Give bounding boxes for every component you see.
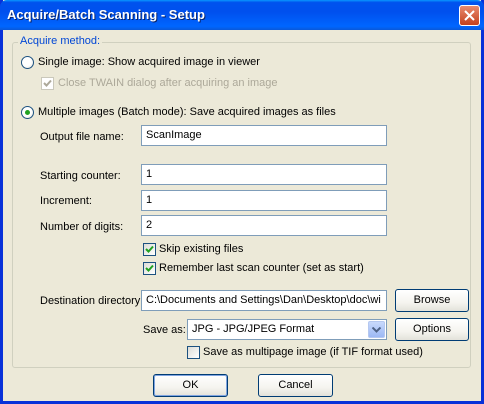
destination-directory-label: Destination directory: (40, 295, 144, 307)
destination-directory-input[interactable]: C:\Documents and Settings\Dan\Desktop\do… (141, 290, 387, 311)
save-as-select[interactable]: JPG - JPG/JPEG Format (187, 319, 387, 340)
browse-button[interactable]: Browse (395, 289, 469, 312)
output-file-name-input[interactable]: ScanImage (141, 125, 387, 146)
checkmark-icon (43, 79, 52, 87)
skip-existing-checkbox[interactable] (143, 243, 156, 256)
output-file-name-label: Output file name: (40, 131, 124, 143)
checkmark-icon (145, 245, 154, 253)
acquire-method-legend: Acquire method: (18, 35, 103, 47)
multipage-label[interactable]: Save as multipage image (if TIF format u… (203, 346, 423, 358)
close-twain-label: Close TWAIN dialog after acquiring an im… (58, 77, 278, 89)
skip-existing-label[interactable]: Skip existing files (159, 243, 243, 255)
number-of-digits-label: Number of digits: (40, 221, 124, 233)
increment-label: Increment: (40, 195, 92, 207)
save-as-label: Save as: (143, 324, 186, 336)
close-button[interactable] (459, 5, 480, 26)
window-title: Acquire/Batch Scanning - Setup (7, 7, 205, 22)
number-of-digits-input[interactable]: 2 (141, 215, 387, 236)
remember-counter-label[interactable]: Remember last scan counter (set as start… (159, 262, 364, 274)
checkmark-icon (145, 264, 154, 272)
chevron-down-icon (372, 327, 381, 333)
single-image-radio[interactable] (21, 56, 34, 69)
multiple-images-radio[interactable] (21, 106, 34, 119)
close-twain-checkbox[interactable] (41, 77, 54, 90)
close-icon (464, 10, 475, 21)
starting-counter-input[interactable]: 1 (141, 164, 387, 185)
title-bar[interactable]: Acquire/Batch Scanning - Setup (0, 0, 484, 30)
save-as-value: JPG - JPG/JPEG Format (192, 323, 315, 335)
ok-button[interactable]: OK (153, 374, 228, 397)
starting-counter-label: Starting counter: (40, 170, 121, 182)
single-image-label[interactable]: Single image: Show acquired image in vie… (38, 56, 260, 68)
multiple-images-label[interactable]: Multiple images (Batch mode): Save acqui… (38, 106, 336, 118)
cancel-button[interactable]: Cancel (258, 374, 333, 397)
remember-counter-checkbox[interactable] (143, 262, 156, 275)
options-button[interactable]: Options (395, 318, 469, 341)
multipage-checkbox[interactable] (187, 346, 200, 359)
increment-input[interactable]: 1 (141, 190, 387, 211)
dropdown-arrow-button[interactable] (368, 321, 385, 338)
